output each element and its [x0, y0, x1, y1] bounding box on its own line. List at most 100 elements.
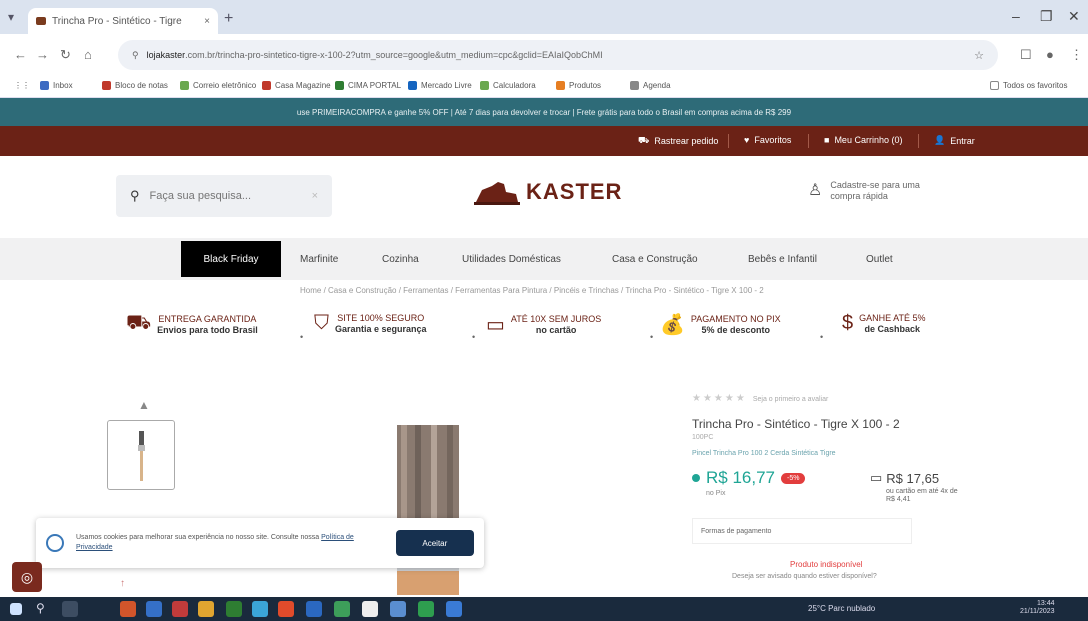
url-domain: lojakaster: [146, 50, 186, 60]
rating-stars[interactable]: ★★★★★ Seja o primeiro a avaliar: [692, 393, 828, 404]
credit-card-icon: ▭: [486, 314, 505, 336]
feature-delivery: ⛟ ENTREGA GARANTIDA Envios para todo Bras…: [126, 312, 258, 337]
app-icon[interactable]: [390, 601, 406, 617]
category-casa-construcao[interactable]: Casa e Construção: [612, 254, 698, 265]
profile-icon[interactable]: ●: [1046, 47, 1054, 62]
site-logo[interactable]: KASTER: [472, 178, 622, 206]
divider: [808, 134, 809, 148]
money-bag-icon: 💰: [660, 314, 685, 336]
price-label: no Pix: [706, 490, 726, 497]
app-icon[interactable]: [418, 601, 434, 617]
search-input[interactable]: [149, 190, 300, 202]
black-friday-button[interactable]: Black Friday: [181, 241, 281, 277]
bookmark-item[interactable]: Produtos: [556, 81, 601, 90]
app-icon[interactable]: [226, 601, 242, 617]
category-outlet[interactable]: Outlet: [866, 254, 893, 265]
reload-icon[interactable]: ↻: [60, 47, 71, 63]
gallery-up-arrow-icon[interactable]: ▲: [138, 398, 150, 412]
breadcrumb[interactable]: Home / Casa e Construção / Ferramentas /…: [300, 286, 764, 295]
feature-separator: •: [820, 332, 824, 342]
window-menu-icon[interactable]: ▾: [8, 10, 14, 24]
truck-icon: ⛟: [126, 312, 152, 334]
forward-icon[interactable]: →: [36, 47, 49, 62]
account-link[interactable]: ♙ Cadastre-se para uma compra rápida: [808, 180, 948, 202]
boot-logo-icon: [474, 182, 520, 205]
search-icon[interactable]: ⚲: [36, 601, 52, 617]
favorites-link[interactable]: ♥ Favoritos: [744, 135, 791, 145]
task-view-icon[interactable]: [62, 601, 78, 617]
bookmark-item[interactable]: Agenda: [630, 81, 671, 90]
user-icon: ♙: [808, 182, 823, 200]
app-icon[interactable]: [120, 601, 136, 617]
cookie-text: Usamos cookies para melhorar sua experiê…: [76, 534, 354, 551]
accept-cookies-button[interactable]: Aceitar: [395, 530, 474, 556]
app-icon[interactable]: [306, 601, 322, 617]
discount-badge: -5%: [781, 472, 806, 484]
notify-link[interactable]: Deseja ser avisado quando estiver dispon…: [732, 573, 877, 580]
app-icon[interactable]: [172, 601, 188, 617]
windows-start-icon[interactable]: [10, 603, 22, 615]
truck-icon: ⛟: [638, 135, 650, 145]
address-bar[interactable]: ⚲ lojakaster .com.br/trincha-pro-sinteti…: [118, 40, 998, 70]
app-icon[interactable]: [278, 601, 294, 617]
product-sku: 100PC: [692, 434, 714, 441]
product-main-image[interactable]: [397, 425, 459, 595]
bookmark-item[interactable]: Mercado Livre: [408, 81, 472, 90]
product-thumbnail[interactable]: [107, 420, 175, 490]
weather-widget[interactable]: 25°C Parc nublado: [808, 604, 875, 613]
promo-banner: use PRIMEIRACOMPRA e ganhe 5% OFF | Até …: [0, 98, 1088, 126]
os-taskbar: ⚲ 25°C Parc nublado 13:44 21/11/2023: [0, 597, 1088, 621]
close-window-icon[interactable]: ✕: [1068, 8, 1080, 25]
cart-icon: ■: [824, 135, 830, 145]
browser-tab-strip: ▾ Trincha Pro - Sintético - Tigre × + – …: [0, 0, 1088, 34]
app-icon[interactable]: [334, 601, 350, 617]
back-icon[interactable]: ←: [14, 47, 27, 62]
maximize-icon[interactable]: ❐: [1040, 8, 1053, 25]
cookie-banner: Usamos cookies para melhorar sua experiê…: [36, 518, 484, 568]
app-icon[interactable]: [362, 601, 378, 617]
chat-icon[interactable]: ◎: [12, 562, 42, 592]
app-icon[interactable]: [198, 601, 214, 617]
bookmark-item[interactable]: Bloco de notas: [102, 81, 168, 90]
category-marfinite[interactable]: Marfinite: [300, 254, 338, 265]
category-cozinha[interactable]: Cozinha: [382, 254, 419, 265]
cart-link[interactable]: ■ Meu Carrinho (0): [824, 135, 902, 145]
card-price: ▭ R$ 17,65: [870, 470, 940, 486]
divider: [728, 134, 729, 148]
feature-cashback: $ GANHE ATÉ 5% de Cashback: [842, 312, 926, 334]
user-icon: 👤: [934, 135, 946, 145]
cookie-icon: [46, 534, 64, 552]
extension-icon[interactable]: ☐: [1020, 47, 1032, 63]
search-box: ⚲ ×: [116, 175, 332, 217]
bookmark-item[interactable]: Correio eletrônico: [180, 81, 256, 90]
bookmark-item[interactable]: Calculadora: [480, 81, 536, 90]
feature-separator: •: [650, 332, 654, 342]
bookmark-item[interactable]: Inbox: [40, 81, 73, 90]
payment-forms-button[interactable]: Formas de pagamento: [692, 518, 912, 544]
all-bookmarks[interactable]: Todos os favoritos: [990, 81, 1067, 90]
browser-tab[interactable]: Trincha Pro - Sintético - Tigre ×: [28, 8, 218, 34]
brush-thumb-icon: [138, 431, 145, 481]
minimize-icon[interactable]: –: [1012, 8, 1020, 24]
search-icon[interactable]: ⚲: [130, 188, 140, 204]
login-link[interactable]: 👤 Entrar: [934, 135, 975, 146]
site-info-icon[interactable]: ⚲: [132, 50, 139, 61]
app-icon[interactable]: [252, 601, 268, 617]
bookmark-item[interactable]: CIMA PORTAL: [335, 81, 401, 90]
pix-icon: [692, 474, 700, 482]
track-order-link[interactable]: ⛟ Rastrear pedido: [638, 135, 718, 147]
clock[interactable]: 13:44 21/11/2023: [1020, 600, 1055, 617]
app-icon[interactable]: [446, 601, 462, 617]
bookmark-item[interactable]: Casa Magazine: [262, 81, 331, 90]
category-bebes[interactable]: Bebês e Infantil: [748, 254, 817, 265]
tab-close-icon[interactable]: ×: [204, 16, 210, 27]
bookmark-star-icon[interactable]: ☆: [974, 49, 984, 62]
category-utilidades[interactable]: Utilidades Domésticas: [462, 254, 561, 265]
menu-dots-icon[interactable]: ⋮: [1070, 47, 1083, 63]
app-icon[interactable]: [146, 601, 162, 617]
new-tab-button[interactable]: +: [224, 10, 233, 28]
home-icon[interactable]: ⌂: [84, 47, 92, 62]
top-nav: ⛟ Rastrear pedido ♥ Favoritos ■ Meu Carrinh…: [0, 126, 1088, 156]
apps-icon[interactable]: ⋮⋮: [14, 81, 30, 90]
clear-icon[interactable]: ×: [312, 190, 318, 202]
